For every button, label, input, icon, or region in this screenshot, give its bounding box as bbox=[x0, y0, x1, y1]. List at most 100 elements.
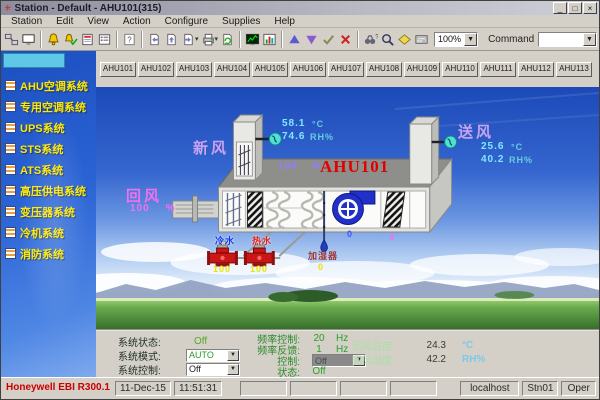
view-box-icon[interactable] bbox=[413, 30, 430, 49]
menu-edit[interactable]: Edit bbox=[49, 16, 80, 27]
frequency-value-0: 20 bbox=[306, 333, 332, 344]
cancel-icon[interactable] bbox=[337, 30, 354, 49]
close-button[interactable]: × bbox=[583, 2, 597, 14]
lower-icon[interactable] bbox=[303, 30, 320, 49]
detail-icon[interactable] bbox=[396, 30, 413, 49]
sidebar-item-4[interactable]: STS系统 bbox=[3, 138, 96, 159]
tab-ahu106[interactable]: AHU106 bbox=[290, 62, 326, 77]
menu-action[interactable]: Action bbox=[116, 16, 158, 27]
dropdown-arrow-icon[interactable]: ▼ bbox=[227, 350, 239, 361]
menu-help[interactable]: Help bbox=[267, 16, 302, 27]
minimize-button[interactable]: _ bbox=[553, 2, 567, 14]
tab-ahu111[interactable]: AHU111 bbox=[480, 62, 516, 77]
trend-icon[interactable] bbox=[244, 30, 261, 49]
command-dropdown-arrow-icon[interactable]: ▼ bbox=[583, 33, 596, 46]
zoom-dropdown-arrow-icon[interactable]: ▼ bbox=[464, 33, 477, 46]
frequency-select-value-2: Off bbox=[313, 356, 353, 366]
sidebar-item-label: 消防系统 bbox=[20, 246, 64, 262]
tab-ahu101[interactable]: AHU101 bbox=[100, 62, 136, 77]
group-chart-icon[interactable] bbox=[261, 30, 278, 49]
restore-button[interactable]: □ bbox=[568, 2, 582, 14]
tab-ahu103[interactable]: AHU103 bbox=[176, 62, 212, 77]
help-page-icon[interactable]: ? bbox=[121, 30, 138, 49]
sidebar-item-2[interactable]: 专用空调系统 bbox=[3, 96, 96, 117]
print-icon-dropdown-arrow-icon[interactable]: ▾ bbox=[215, 35, 219, 43]
sidebar-item-1[interactable]: AHU空调系统 bbox=[3, 75, 96, 96]
page-forward-icon-dropdown-arrow-icon[interactable]: ▾ bbox=[195, 35, 199, 43]
alarm-page-icon[interactable] bbox=[79, 30, 96, 49]
supply-air-rh-value: 40.2 bbox=[481, 154, 504, 165]
sidebar-item-6[interactable]: 高压供电系统 bbox=[3, 180, 96, 201]
sidebar-item-9[interactable]: 消防系统 bbox=[3, 243, 96, 264]
fresh-air-temp-unit: °C bbox=[312, 119, 324, 129]
ambient-unit-0: °C bbox=[462, 340, 473, 351]
command-input[interactable]: ▼ bbox=[538, 32, 597, 47]
sidebar-item-label: UPS系统 bbox=[20, 120, 65, 136]
zoom-icon[interactable] bbox=[379, 30, 396, 49]
tab-ahu107[interactable]: AHU107 bbox=[328, 62, 364, 77]
sidebar-item-8[interactable]: 冷机系统 bbox=[3, 222, 96, 243]
page-up-icon[interactable] bbox=[163, 30, 180, 49]
tab-ahu105[interactable]: AHU105 bbox=[252, 62, 288, 77]
dropdown-arrow-icon[interactable]: ▼ bbox=[227, 364, 239, 375]
frequency-unit-0: Hz bbox=[336, 333, 348, 344]
svg-text:?: ? bbox=[375, 33, 378, 40]
sidebar-item-7[interactable]: 变压器系统 bbox=[3, 201, 96, 222]
menu-view[interactable]: View bbox=[80, 16, 116, 27]
ambient-value-1: 42.2 bbox=[410, 354, 446, 365]
frequency-row-3: 状态:Off bbox=[242, 366, 366, 377]
toolbar-separator bbox=[357, 31, 359, 48]
tab-ahu102[interactable]: AHU102 bbox=[138, 62, 174, 77]
menu-page-icon bbox=[5, 227, 16, 238]
system-column: 系统状态:Off系统模式:AUTO▼系统控制:Off▼ bbox=[118, 334, 240, 376]
tab-ahu113[interactable]: AHU113 bbox=[556, 62, 592, 77]
tab-ahu108[interactable]: AHU108 bbox=[366, 62, 402, 77]
system-row-2: 系统控制:Off▼ bbox=[118, 362, 240, 376]
hot-water-valve-value: 100 bbox=[250, 264, 268, 274]
sidebar-item-label: 专用空调系统 bbox=[20, 99, 86, 115]
sidebar-item-3[interactable]: UPS系统 bbox=[3, 117, 96, 138]
menubar: StationEditViewActionConfigureSuppliesHe… bbox=[1, 15, 599, 28]
page-refresh-icon[interactable] bbox=[219, 30, 236, 49]
station-icon[interactable] bbox=[3, 30, 20, 49]
alarm-bell-icon[interactable] bbox=[45, 30, 62, 49]
alarm-list-icon[interactable] bbox=[96, 30, 113, 49]
system-row-1: 系统模式:AUTO▼ bbox=[118, 348, 240, 362]
accept-icon[interactable] bbox=[320, 30, 337, 49]
system-select-1[interactable]: AUTO▼ bbox=[186, 349, 240, 362]
return-air-damper-value: 100% bbox=[130, 203, 176, 214]
toolbar-separator bbox=[239, 31, 241, 48]
titlebar[interactable]: ✳ Station - Default - AHU101(315) _ □ × bbox=[1, 1, 599, 15]
toolbar-separator bbox=[281, 31, 283, 48]
find-icon[interactable]: ? bbox=[362, 30, 379, 49]
raise-icon[interactable] bbox=[286, 30, 303, 49]
fresh-air-label: 新风 bbox=[193, 137, 229, 158]
fresh-air-rh-value: 74.6 bbox=[282, 131, 305, 142]
status-cell-empty bbox=[240, 381, 287, 396]
tab-ahu110[interactable]: AHU110 bbox=[442, 62, 478, 77]
menu-station[interactable]: Station bbox=[4, 16, 49, 27]
alarm-ack-icon[interactable] bbox=[62, 30, 79, 49]
system-label-0: 系统状态: bbox=[118, 334, 180, 349]
main-area: AHU101AHU102AHU103AHU104AHU105AHU106AHU1… bbox=[96, 51, 599, 377]
tab-ahu112[interactable]: AHU112 bbox=[518, 62, 554, 77]
chilled-water-label: 冷水 bbox=[215, 234, 235, 247]
system-select-2[interactable]: Off▼ bbox=[186, 363, 240, 376]
supply-air-temp-unit: °C bbox=[511, 142, 523, 152]
menu-configure[interactable]: Configure bbox=[158, 16, 215, 27]
zoom-select[interactable]: 100% ▼ bbox=[434, 32, 478, 47]
display-icon[interactable] bbox=[20, 30, 37, 49]
return-air-damper-number: 100 bbox=[130, 203, 150, 214]
fresh-air-damper-number: 100 bbox=[278, 161, 298, 172]
ahu-graphic[interactable]: 新风 58.1 °C 74.6 RH% 100% AHU101 送风 25.6 … bbox=[96, 87, 599, 329]
app-icon: ✳ bbox=[4, 3, 12, 13]
menu-page-icon bbox=[5, 101, 16, 112]
tab-ahu109[interactable]: AHU109 bbox=[404, 62, 440, 77]
tab-ahu104[interactable]: AHU104 bbox=[214, 62, 250, 77]
statusbar: Honeywell EBI R300.1 11-Dec-15 11:51:31 … bbox=[1, 377, 599, 399]
menu-supplies[interactable]: Supplies bbox=[215, 16, 267, 27]
ambient-value-0: 24.3 bbox=[410, 340, 446, 351]
sidebar-item-5[interactable]: ATS系统 bbox=[3, 159, 96, 180]
menu-page-icon bbox=[5, 185, 16, 196]
page-back-icon[interactable] bbox=[146, 30, 163, 49]
